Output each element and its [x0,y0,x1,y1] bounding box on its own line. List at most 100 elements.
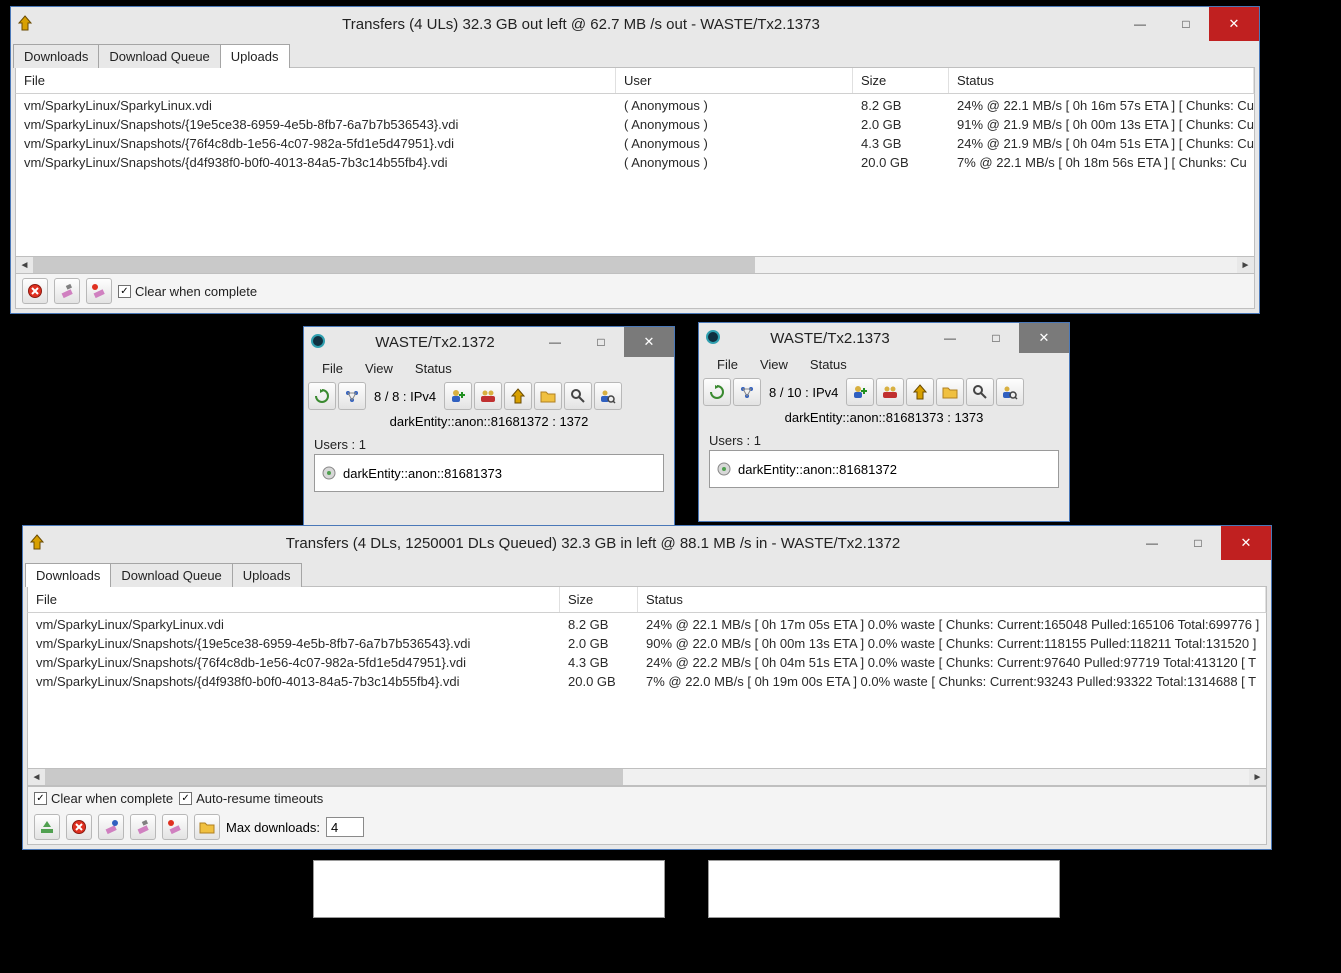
cell-file: vm/SparkyLinux/Snapshots/{d4f938f0-b0f0-… [16,154,616,171]
scroll-left-icon[interactable]: ◄ [16,260,33,271]
menu-view[interactable]: View [750,355,798,374]
cell-user: ( Anonymous ) [616,135,853,152]
user-list[interactable]: darkEntity::anon::81681373 [314,454,664,492]
cell-status: 7% @ 22.1 MB/s [ 0h 18m 56s ETA ] [ Chun… [949,154,1254,171]
clear-when-complete-label: Clear when complete [51,791,173,806]
scroll-right-icon[interactable]: ► [1237,260,1254,271]
folder-icon[interactable] [936,378,964,406]
table-row[interactable]: vm/SparkyLinux/Snapshots/{76f4c8db-1e56-… [28,653,1266,672]
clear-when-complete-checkbox[interactable]: ✓ Clear when complete [34,791,173,806]
connection-status: 8 / 8 : IPv4 [368,389,442,404]
table-row[interactable]: vm/SparkyLinux/SparkyLinux.vdi( Anonymou… [16,96,1254,115]
resume-button[interactable] [34,814,60,840]
table-row[interactable]: vm/SparkyLinux/SparkyLinux.vdi8.2 GB24% … [28,615,1266,634]
close-button[interactable]: ✕ [624,327,674,357]
maximize-button[interactable]: □ [578,327,624,357]
col-size[interactable]: Size [853,68,949,93]
user-node-icon [716,461,732,477]
col-user[interactable]: User [616,68,853,93]
clear-one-button[interactable] [54,278,80,304]
h-scrollbar[interactable]: ◄ ► [15,257,1255,274]
open-folder-button[interactable] [194,814,220,840]
search-icon[interactable] [564,382,592,410]
uploads-list[interactable]: vm/SparkyLinux/SparkyLinux.vdi( Anonymou… [15,94,1255,257]
clear-all-button[interactable] [86,278,112,304]
close-button[interactable]: ✕ [1209,7,1259,41]
app-icon [17,15,35,33]
tab-downloads[interactable]: Downloads [25,563,111,587]
minimize-button[interactable]: — [1117,7,1163,41]
clear-when-complete-checkbox[interactable]: ✓ Clear when complete [118,284,257,299]
table-row[interactable]: vm/SparkyLinux/Snapshots/{19e5ce38-6959-… [16,115,1254,134]
downloads-list[interactable]: vm/SparkyLinux/SparkyLinux.vdi8.2 GB24% … [27,613,1267,769]
users-icon[interactable] [876,378,904,406]
maximize-button[interactable]: □ [1175,526,1221,560]
menu-file[interactable]: File [707,355,748,374]
table-row[interactable]: vm/SparkyLinux/Snapshots/{d4f938f0-b0f0-… [16,153,1254,172]
column-headers: File User Size Status [15,67,1255,94]
cell-user: ( Anonymous ) [616,116,853,133]
tab-uploads[interactable]: Uploads [232,563,302,587]
tab-download-queue[interactable]: Download Queue [98,44,220,68]
close-button[interactable]: ✕ [1019,323,1069,353]
window-title: Transfers (4 DLs, 1250001 DLs Queued) 32… [57,535,1129,552]
auto-resume-checkbox[interactable]: ✓ Auto-resume timeouts [179,791,323,806]
tab-uploads[interactable]: Uploads [220,44,290,68]
scroll-right-icon[interactable]: ► [1249,772,1266,783]
clear-all-button[interactable] [162,814,188,840]
cell-size: 20.0 GB [853,154,949,171]
find-user-icon[interactable] [594,382,622,410]
app-icon [705,329,723,347]
col-file[interactable]: File [16,68,616,93]
minimize-button[interactable]: — [1129,526,1175,560]
close-button[interactable]: ✕ [1221,526,1271,560]
search-icon[interactable] [966,378,994,406]
cell-size: 4.3 GB [853,135,949,152]
menu-file[interactable]: File [312,359,353,378]
cell-file: vm/SparkyLinux/Snapshots/{76f4c8db-1e56-… [28,654,560,671]
cell-size: 20.0 GB [560,673,638,690]
menubar: File View Status [699,353,1069,376]
col-status[interactable]: Status [949,68,1254,93]
table-row[interactable]: vm/SparkyLinux/Snapshots/{19e5ce38-6959-… [28,634,1266,653]
cancel-button[interactable] [22,278,48,304]
col-status[interactable]: Status [638,587,1266,612]
upload-icon[interactable] [906,378,934,406]
users-icon[interactable] [474,382,502,410]
minimize-button[interactable]: — [532,327,578,357]
clear-finished-button[interactable] [98,814,124,840]
cell-status: 24% @ 22.1 MB/s [ 0h 16m 57s ETA ] [ Chu… [949,97,1254,114]
clear-one-button[interactable] [130,814,156,840]
tab-download-queue[interactable]: Download Queue [110,563,232,587]
upload-icon[interactable] [504,382,532,410]
col-file[interactable]: File [28,587,560,612]
table-row[interactable]: vm/SparkyLinux/Snapshots/{76f4c8db-1e56-… [16,134,1254,153]
scroll-left-icon[interactable]: ◄ [28,772,45,783]
window-title: WASTE/Tx2.1373 [733,330,927,347]
max-downloads-input[interactable] [326,817,364,837]
add-user-icon[interactable] [846,378,874,406]
find-user-icon[interactable] [996,378,1024,406]
list-area[interactable] [313,860,665,918]
add-user-icon[interactable] [444,382,472,410]
tab-downloads[interactable]: Downloads [13,44,99,68]
network-icon[interactable] [733,378,761,406]
table-row[interactable]: vm/SparkyLinux/Snapshots/{d4f938f0-b0f0-… [28,672,1266,691]
col-size[interactable]: Size [560,587,638,612]
minimize-button[interactable]: — [927,323,973,353]
network-icon[interactable] [338,382,366,410]
cell-file: vm/SparkyLinux/SparkyLinux.vdi [16,97,616,114]
cell-status: 90% @ 22.0 MB/s [ 0h 00m 13s ETA ] 0.0% … [638,635,1266,652]
maximize-button[interactable]: □ [973,323,1019,353]
list-area[interactable] [708,860,1060,918]
folder-icon[interactable] [534,382,562,410]
maximize-button[interactable]: □ [1163,7,1209,41]
user-list[interactable]: darkEntity::anon::81681372 [709,450,1059,488]
menu-status[interactable]: Status [800,355,857,374]
refresh-icon[interactable] [308,382,336,410]
h-scrollbar[interactable]: ◄ ► [27,769,1267,786]
cancel-button[interactable] [66,814,92,840]
menu-view[interactable]: View [355,359,403,378]
refresh-icon[interactable] [703,378,731,406]
menu-status[interactable]: Status [405,359,462,378]
